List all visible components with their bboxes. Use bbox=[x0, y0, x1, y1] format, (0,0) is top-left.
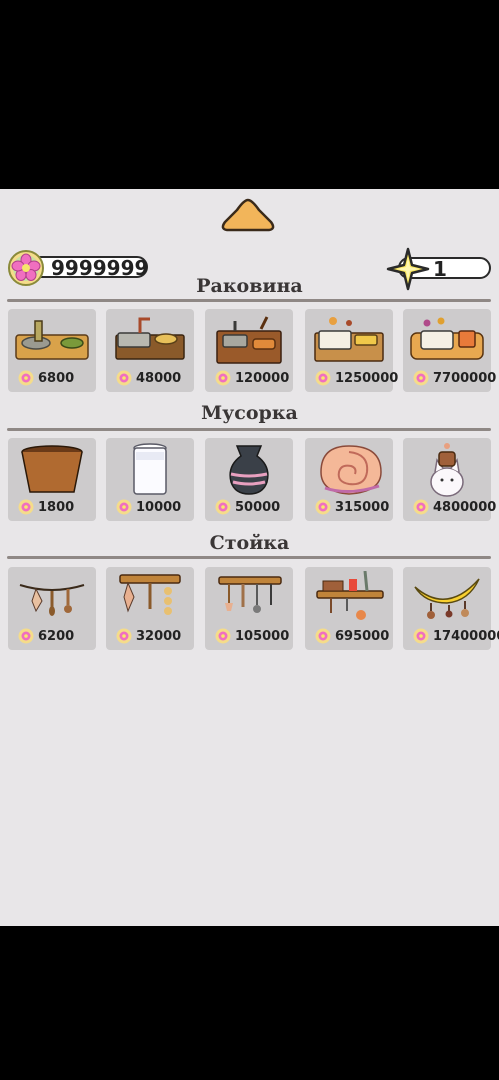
shop-screen: 9999999 1 Раковина Мусорка Стойка 6800 4… bbox=[0, 189, 499, 926]
shelf-rack-icon bbox=[316, 571, 384, 620]
price-tag: 105000 bbox=[215, 628, 289, 644]
shop-item-card[interactable]: 32000 bbox=[106, 567, 194, 650]
price-tag: 50000 bbox=[215, 499, 280, 515]
flower-coin-icon bbox=[18, 370, 34, 386]
cat-bin-icon bbox=[430, 443, 464, 497]
shop-item-card[interactable]: 695000 bbox=[305, 567, 393, 650]
shop-item-card[interactable]: 7700000 bbox=[403, 309, 496, 392]
shop-item-card[interactable]: 17400000 bbox=[403, 567, 499, 650]
shop-item-card[interactable]: 48000 bbox=[106, 309, 194, 392]
shop-item-card[interactable]: 315000 bbox=[305, 438, 393, 521]
price-tag: 48000 bbox=[116, 370, 181, 386]
cabinet-sink-icon bbox=[216, 316, 282, 364]
price-tag: 6200 bbox=[18, 628, 74, 644]
utensil-rack-icon bbox=[218, 576, 282, 613]
section-title: Раковина bbox=[196, 275, 303, 297]
flower-coin-icon bbox=[413, 628, 429, 644]
price-value: 315000 bbox=[335, 499, 390, 515]
shell-bin-icon bbox=[320, 445, 382, 495]
price-value: 105000 bbox=[235, 628, 290, 644]
price-tag: 4800000 bbox=[413, 499, 496, 515]
section-title: Мусорка bbox=[201, 402, 298, 424]
vase-bin-icon bbox=[229, 445, 269, 495]
wood-hook-rack-icon bbox=[119, 574, 181, 615]
chevron-up-icon[interactable] bbox=[219, 197, 277, 233]
banana-rack-icon bbox=[414, 578, 480, 619]
white-bin-icon bbox=[133, 443, 167, 495]
section-title: Стойка bbox=[209, 532, 290, 554]
shop-item-card[interactable]: 105000 bbox=[205, 567, 293, 650]
flower-coin-icon bbox=[18, 499, 34, 515]
flower-coin-icon bbox=[116, 628, 132, 644]
price-value: 1250000 bbox=[335, 370, 399, 386]
shop-item-card[interactable]: 4800000 bbox=[403, 438, 496, 521]
price-value: 695000 bbox=[335, 628, 390, 644]
price-tag: 10000 bbox=[116, 499, 181, 515]
flower-coin-icon bbox=[315, 499, 331, 515]
section-divider bbox=[7, 428, 491, 431]
flower-coin-icon bbox=[413, 370, 429, 386]
flower-coin-icon bbox=[215, 628, 231, 644]
shop-item-card[interactable]: 6800 bbox=[8, 309, 96, 392]
price-tag: 6800 bbox=[18, 370, 74, 386]
price-tag: 32000 bbox=[116, 628, 181, 644]
price-value: 4800000 bbox=[433, 499, 497, 515]
white-sink-counter-icon bbox=[314, 317, 384, 362]
stone-sink-icon bbox=[15, 320, 89, 360]
section-divider bbox=[7, 299, 491, 302]
price-tag: 1800 bbox=[18, 499, 74, 515]
shop-item-card[interactable]: 50000 bbox=[205, 438, 293, 521]
flower-coin-icon bbox=[315, 370, 331, 386]
price-value: 50000 bbox=[235, 499, 281, 515]
shop-item-card[interactable]: 6200 bbox=[8, 567, 96, 650]
price-value: 32000 bbox=[136, 628, 182, 644]
flower-coin-icon bbox=[413, 499, 429, 515]
flower-coin-icon bbox=[116, 499, 132, 515]
price-value: 17400000 bbox=[433, 628, 499, 644]
price-value: 1800 bbox=[38, 499, 75, 515]
shop-item-card[interactable]: 1250000 bbox=[305, 309, 398, 392]
price-value: 6200 bbox=[38, 628, 75, 644]
rope-rack-icon bbox=[19, 584, 85, 616]
wooden-bucket-icon bbox=[21, 445, 83, 493]
shop-item-card[interactable]: 10000 bbox=[106, 438, 194, 521]
price-value: 7700000 bbox=[433, 370, 497, 386]
flower-coin-icon bbox=[215, 499, 231, 515]
flower-coin-icon bbox=[215, 370, 231, 386]
flower-coin-icon bbox=[116, 370, 132, 386]
price-value: 10000 bbox=[136, 499, 182, 515]
price-value: 120000 bbox=[235, 370, 290, 386]
flower-coin-icon bbox=[18, 628, 34, 644]
deluxe-sink-counter-icon bbox=[410, 317, 484, 360]
price-value: 48000 bbox=[136, 370, 182, 386]
price-value: 6800 bbox=[38, 370, 75, 386]
shop-item-card[interactable]: 120000 bbox=[205, 309, 293, 392]
shop-item-card[interactable]: 1800 bbox=[8, 438, 96, 521]
price-tag: 315000 bbox=[315, 499, 389, 515]
section-divider bbox=[7, 556, 491, 559]
flower-coin-icon bbox=[315, 628, 331, 644]
price-tag: 7700000 bbox=[413, 370, 496, 386]
price-tag: 695000 bbox=[315, 628, 389, 644]
price-tag: 1250000 bbox=[315, 370, 398, 386]
pump-sink-icon bbox=[115, 317, 185, 360]
price-tag: 120000 bbox=[215, 370, 289, 386]
price-tag: 17400000 bbox=[413, 628, 499, 644]
